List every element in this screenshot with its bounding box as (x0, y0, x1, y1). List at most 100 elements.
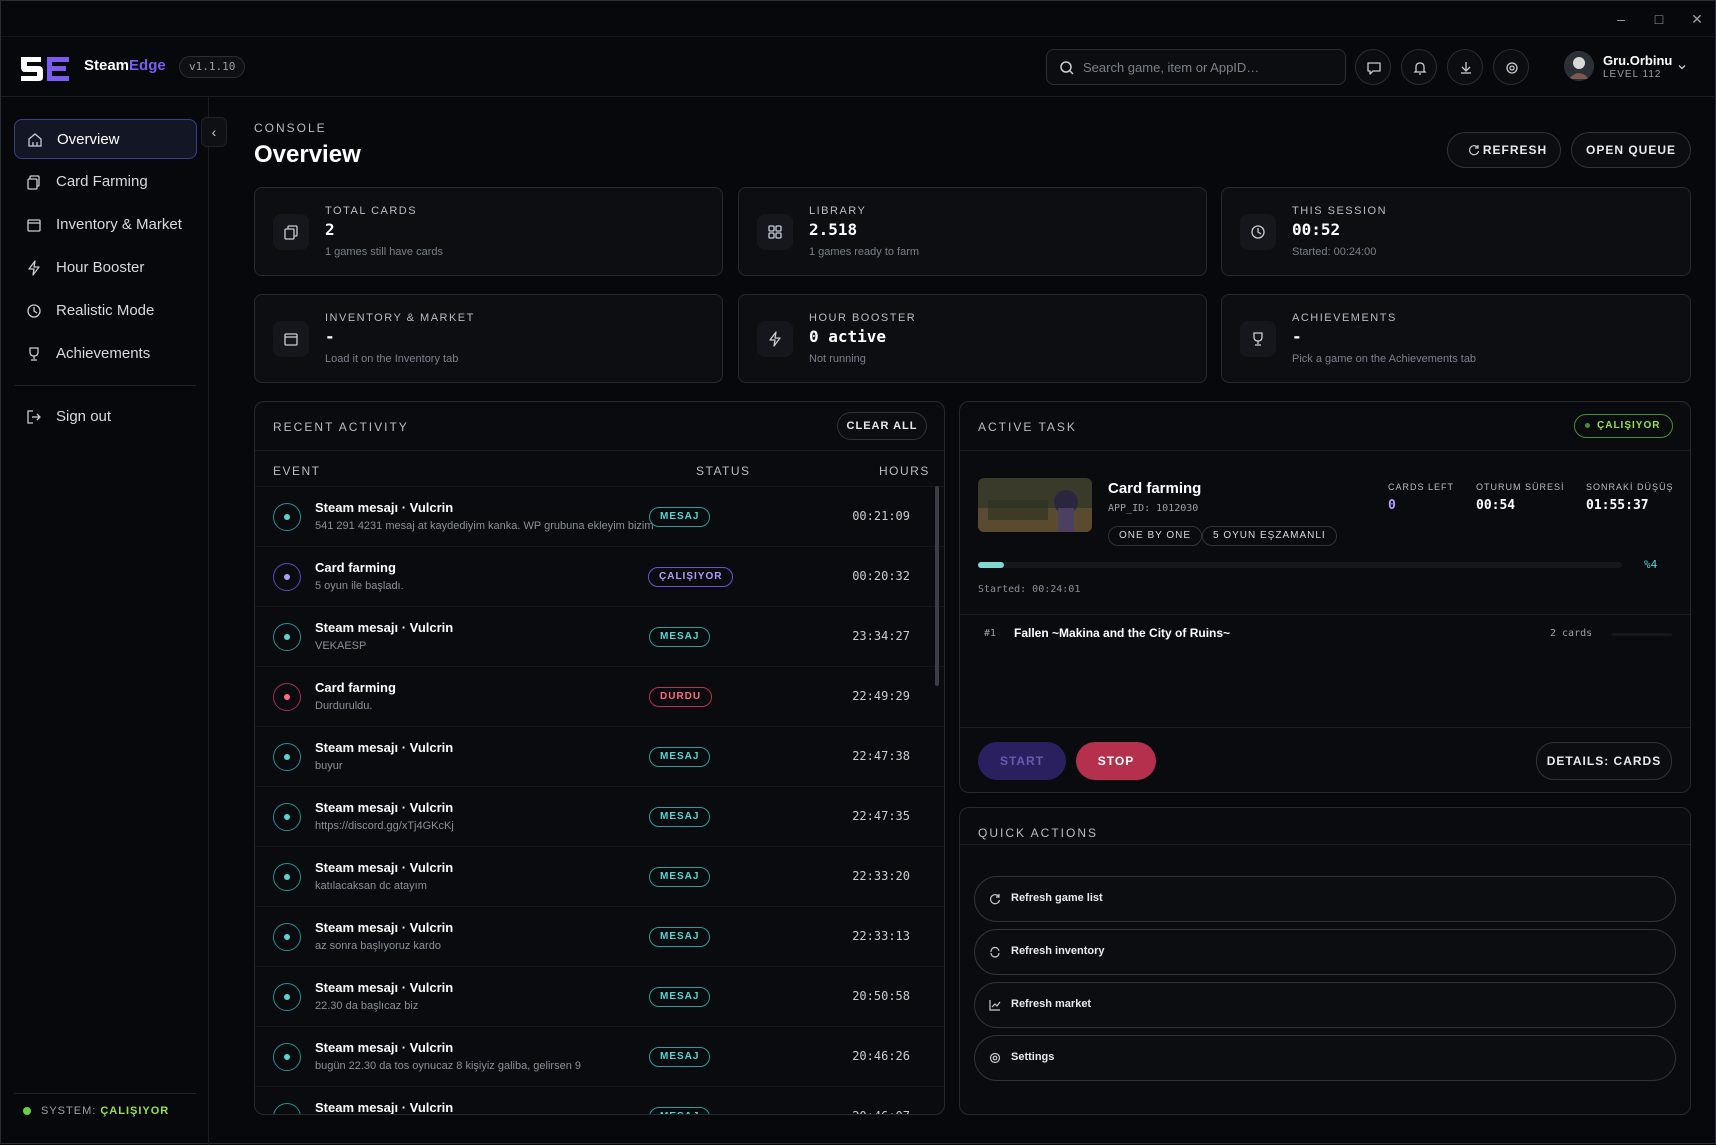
column-header-hours[interactable]: HOURS (879, 464, 930, 478)
sidebar-item-card-farming[interactable]: Card Farming (14, 162, 197, 202)
page-eyebrow: CONSOLE (254, 121, 327, 135)
cards-left-label: CARDS LEFT (1388, 482, 1455, 492)
sign-out-label: Sign out (56, 408, 112, 425)
close-window-button[interactable]: ✕ (1685, 9, 1709, 29)
table-row[interactable]: Steam mesajı · Vulcrin bugün 22.30 da tos… (255, 1026, 944, 1086)
stat-label: ACHIEVEMENTS (1292, 312, 1397, 324)
sidebar-item-inventory-market[interactable]: Inventory & Market (14, 205, 197, 245)
table-row[interactable]: Steam mesajı · Vulcrin 22.30 da başlıcaz … (255, 966, 944, 1026)
scrollbar[interactable] (935, 486, 939, 686)
search-box[interactable] (1046, 49, 1346, 85)
task-app-id: APP_ID: 1012030 (1108, 503, 1199, 514)
stat-sub: 1 games ready to farm (809, 246, 920, 258)
table-row[interactable]: Steam mesajı · Vulcrin https://discord.gg… (255, 786, 944, 846)
collapse-sidebar-button[interactable]: ‹ (201, 117, 227, 147)
settings-button[interactable] (1493, 49, 1529, 85)
open-queue-button[interactable]: OPEN QUEUE (1571, 132, 1691, 168)
settings-action-button[interactable]: Settings (974, 1035, 1676, 1081)
sidebar-item-overview[interactable]: Overview (14, 119, 197, 159)
table-row[interactable]: Steam mesajı · Vulcrin MESAJ 20:46:07 (255, 1086, 944, 1114)
trophy-icon (1253, 332, 1263, 346)
queue-rank: #1 (984, 628, 997, 639)
sidebar-divider (14, 385, 196, 386)
sidebar-item-label: Overview (57, 131, 120, 148)
user-level: LEVEL 112 (1603, 69, 1662, 80)
details-cards-button[interactable]: DETAILS: CARDS (1536, 742, 1672, 780)
table-row[interactable]: Steam mesajı · Vulcrin katılacaksan dc at… (255, 846, 944, 906)
stat-sub: Started: 00:24:00 (1292, 246, 1377, 258)
refresh-market-button[interactable]: Refresh market (974, 982, 1676, 1028)
event-status-icon (273, 923, 301, 951)
clear-all-button[interactable]: CLEAR ALL (837, 412, 927, 440)
sidebar-item-hour-booster[interactable]: Hour Booster (14, 248, 197, 288)
bell-icon (1413, 62, 1427, 75)
avatar[interactable] (1564, 51, 1594, 81)
status-badge: MESAJ (649, 807, 711, 827)
user-name[interactable]: Gru.Orbinu (1603, 53, 1672, 68)
status-badge: DURDU (649, 687, 713, 707)
column-header-status[interactable]: STATUS (696, 464, 751, 478)
table-row[interactable]: Steam mesajı · Vulcrin az sonra başlıyoru… (255, 906, 944, 966)
queue-item[interactable]: #1 Fallen ~Makina and the City of Ruins~… (960, 622, 1690, 662)
sign-out-button[interactable]: Sign out (14, 397, 197, 437)
search-input[interactable] (1083, 50, 1338, 84)
progress-fill (978, 562, 1004, 568)
table-row[interactable]: Steam mesajı · Vulcrin buyur MESAJ 22:47:38 (255, 726, 944, 786)
event-status-icon (273, 743, 301, 771)
gear-icon (989, 1052, 1001, 1064)
event-time: 22:33:20 (852, 869, 910, 883)
tag-mode: ONE BY ONE (1108, 526, 1203, 546)
event-title: Steam mesajı · Vulcrin (315, 620, 454, 635)
table-row[interactable]: Card farming Durduruldu. DURDU 22:49:29 (255, 666, 944, 726)
table-row[interactable]: Card farming 5 oyun ile başladı. ÇALIŞIYOR… (255, 546, 944, 606)
minimize-button[interactable]: – (1609, 9, 1633, 29)
event-status-icon (273, 503, 301, 531)
refresh-inventory-button[interactable]: Refresh inventory (974, 929, 1676, 975)
table-row[interactable]: Steam mesajı · Vulcrin 541 291 4231 mesaj… (255, 486, 944, 546)
chevron-down-icon[interactable] (1676, 61, 1688, 73)
event-time: 22:47:38 (852, 749, 910, 763)
maximize-button[interactable]: □ (1647, 9, 1671, 29)
game-thumbnail (978, 478, 1092, 532)
sidebar-item-label: Realistic Mode (56, 302, 155, 319)
search-icon (1060, 61, 1074, 75)
sidebar-item-achievements[interactable]: Achievements (14, 334, 197, 374)
refresh-icon (990, 946, 1000, 958)
downloads-button[interactable] (1447, 49, 1483, 85)
start-button[interactable]: START (978, 742, 1066, 780)
chart-icon (989, 1000, 1001, 1011)
event-subtitle: katılacaksan dc atayım (315, 880, 427, 892)
cards-icon (27, 175, 40, 190)
active-task-panel: ACTIVE TASK ÇALIŞIYOR Card farming APP_I… (959, 401, 1691, 793)
logout-icon (27, 410, 41, 424)
home-icon (28, 133, 42, 147)
messages-button[interactable] (1355, 49, 1391, 85)
stop-button[interactable]: STOP (1076, 742, 1156, 780)
notifications-button[interactable] (1401, 49, 1437, 85)
stat-label: THIS SESSION (1292, 205, 1388, 217)
event-title: Steam mesajı · Vulcrin (315, 800, 454, 815)
stat-value: 2 (325, 220, 335, 239)
cards-left-value: 0 (1388, 498, 1396, 513)
status-badge: MESAJ (649, 507, 711, 527)
status-badge: MESAJ (649, 987, 711, 1007)
event-title: Card farming (315, 680, 396, 695)
event-time: 00:21:09 (852, 509, 910, 523)
stat-sub: 1 games still have cards (325, 246, 443, 258)
refresh-button[interactable]: REFRESH (1447, 132, 1561, 168)
event-status-icon (273, 983, 301, 1011)
page-title: Overview (254, 141, 361, 168)
status-badge: MESAJ (649, 1047, 711, 1067)
event-title: Steam mesajı · Vulcrin (315, 920, 454, 935)
refresh-game-list-button[interactable]: Refresh game list (974, 876, 1676, 922)
sidebar-item-realistic-mode[interactable]: Realistic Mode (14, 291, 197, 331)
event-time: 20:46:07 (804, 1109, 910, 1114)
stat-label: HOUR BOOSTER (809, 312, 917, 324)
table-row[interactable]: Steam mesajı · Vulcrin VEKAESP MESAJ 23:34:… (255, 606, 944, 666)
column-header-event[interactable]: EVENT (273, 464, 321, 478)
system-status-dot (23, 1107, 31, 1115)
event-status-icon (273, 563, 301, 591)
system-status: SYSTEM: ÇALIŞIYOR (41, 1105, 170, 1117)
event-time: 20:46:26 (852, 1049, 910, 1063)
event-subtitle: 5 oyun ile başladı. (315, 580, 404, 592)
